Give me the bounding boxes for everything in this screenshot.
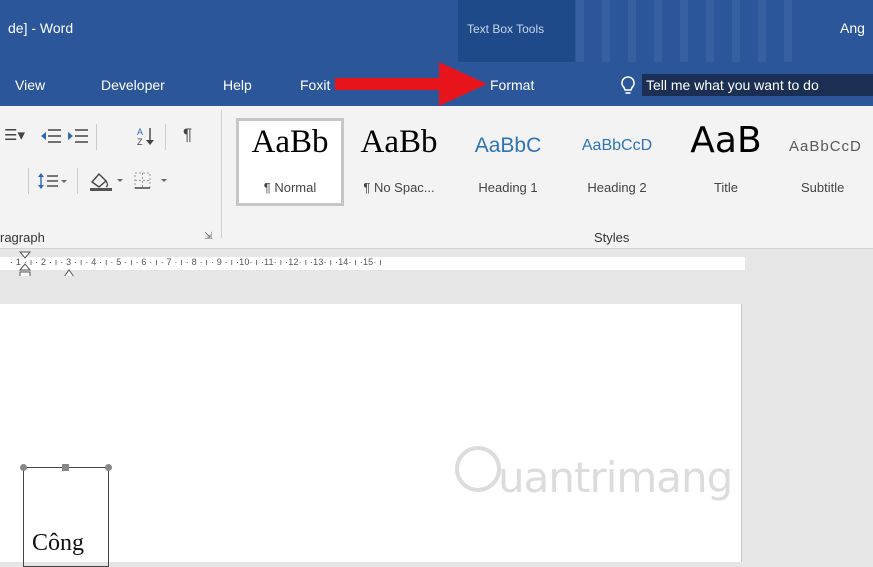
divider xyxy=(28,168,29,194)
multilevel-list-dropdown-icon[interactable]: ☰▾ xyxy=(4,126,25,144)
title-bar-decoration xyxy=(576,0,806,62)
style-preview: AaB xyxy=(690,120,762,161)
red-arrow-annotation xyxy=(335,62,487,106)
text-box-content[interactable]: Công xyxy=(32,530,84,557)
style-no-spacing[interactable]: AaBb ¶ No Spac... xyxy=(347,116,451,204)
tab-developer[interactable]: Developer xyxy=(101,77,165,93)
style-name: ¶ Normal xyxy=(263,180,317,195)
tell-me-input[interactable]: Tell me what you want to do xyxy=(646,77,819,93)
svg-text:Z: Z xyxy=(137,137,143,147)
paragraph-group-label: ragraph xyxy=(0,230,45,245)
ruler-marks: · 1 · ı · 2 · ı · 3 · ı · 4 · ı · 5 · ı … xyxy=(10,257,382,267)
style-name: ¶ No Spac... xyxy=(363,180,435,195)
style-title[interactable]: AaB Title xyxy=(674,116,778,204)
style-name: Subtitle xyxy=(801,180,845,195)
user-name[interactable]: Ang xyxy=(840,20,865,36)
svg-text:A: A xyxy=(137,127,143,137)
decrease-indent-icon[interactable] xyxy=(40,127,62,145)
style-heading-1[interactable]: AaBbC Heading 1 xyxy=(456,116,560,204)
pilcrow-icon[interactable]: ¶ xyxy=(183,125,192,145)
borders-icon[interactable] xyxy=(132,170,168,192)
style-heading-2[interactable]: AaBbCcD Heading 2 xyxy=(565,116,669,204)
sort-icon[interactable]: A Z xyxy=(135,125,157,147)
style-preview: AaBbCcD xyxy=(581,137,653,154)
style-subtitle[interactable]: AaBbCcD Subtitle xyxy=(783,116,873,204)
style-preview: AaBbCcD xyxy=(789,138,862,155)
watermark-text: uantrimang xyxy=(498,453,733,502)
style-normal[interactable]: AaBb ¶ Normal xyxy=(238,116,342,204)
line-spacing-icon[interactable] xyxy=(38,172,68,190)
group-separator xyxy=(221,110,222,238)
resize-handle[interactable] xyxy=(62,464,69,471)
increase-indent-icon[interactable] xyxy=(67,127,89,145)
divider xyxy=(77,168,78,194)
divider xyxy=(165,124,166,150)
divider xyxy=(96,124,97,150)
style-preview: AaBbC xyxy=(474,134,542,157)
tab-help[interactable]: Help xyxy=(223,77,252,93)
style-preview: AaBb xyxy=(360,124,438,160)
resize-handle[interactable] xyxy=(20,464,27,471)
window-title: de] - Word xyxy=(8,20,74,36)
style-name: Heading 1 xyxy=(478,180,538,195)
shading-icon[interactable] xyxy=(88,170,124,192)
style-name: Title xyxy=(713,180,739,195)
tab-view[interactable]: View xyxy=(15,77,45,93)
style-preview: AaBb xyxy=(251,124,329,160)
dialog-launcher-icon[interactable]: ⇲ xyxy=(204,231,212,242)
lightbulb-icon xyxy=(621,76,635,94)
document-page[interactable] xyxy=(0,304,742,562)
styles-group-label: Styles xyxy=(594,230,630,245)
resize-handle[interactable] xyxy=(105,464,112,471)
tab-format[interactable]: Format xyxy=(490,77,534,93)
style-name: Heading 2 xyxy=(587,180,647,195)
text-box-tools-label: Text Box Tools xyxy=(467,22,545,36)
watermark-logo-icon xyxy=(455,446,501,492)
